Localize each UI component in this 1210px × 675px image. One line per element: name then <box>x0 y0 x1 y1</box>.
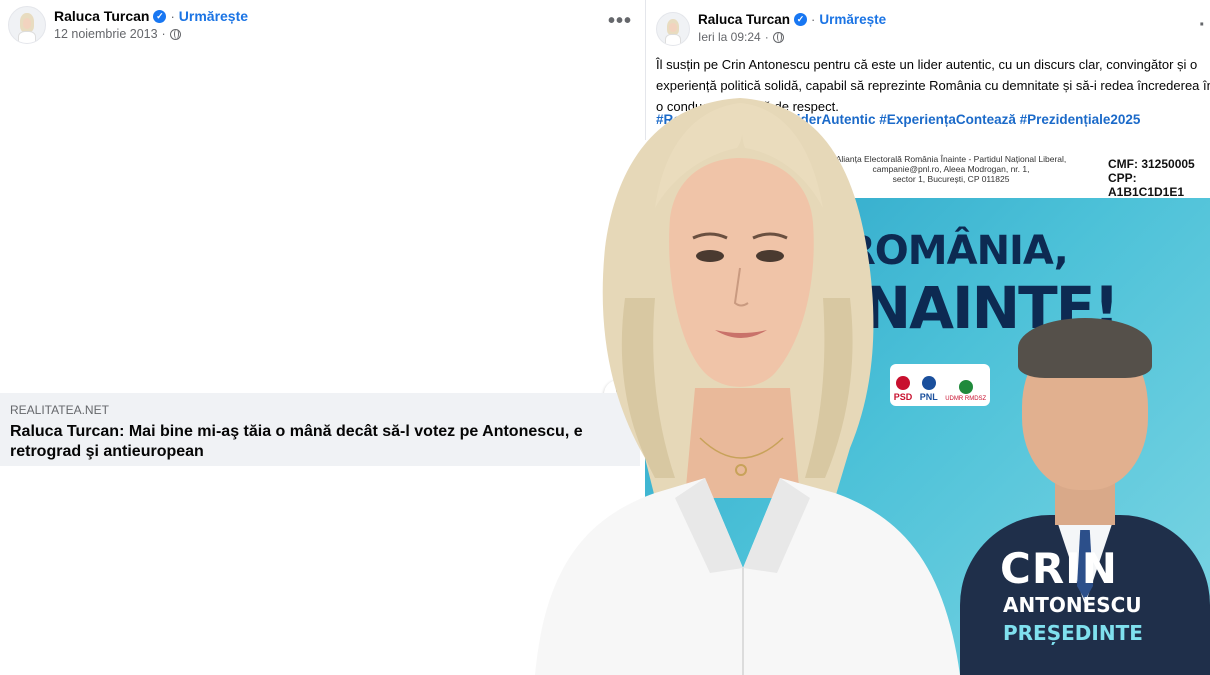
candidate-role: PREȘEDINTE <box>1003 621 1143 645</box>
verified-badge-icon: ✓ <box>794 13 808 26</box>
verified-badge-icon: ✓ <box>153 9 167 23</box>
separator-dot: · <box>161 27 166 41</box>
post-text-line: experiență politică solidă, capabil să r… <box>656 78 1210 93</box>
left-post-header: Raluca Turcan ✓ · Urmărește 12 noiembrie… <box>8 6 248 44</box>
post-date[interactable]: Ieri la 09:24 <box>698 30 761 44</box>
follow-button[interactable]: Urmărește <box>179 8 248 24</box>
separator-dot: · <box>764 30 769 44</box>
separator-dot: · <box>811 12 816 27</box>
post-date[interactable]: 12 noiembrie 2013 <box>54 27 158 41</box>
more-options-button[interactable]: · <box>1199 14 1207 37</box>
follow-button[interactable]: Urmărește <box>819 12 886 27</box>
candidate-last-name: ANTONESCU <box>1003 593 1142 617</box>
poster-codes: CMF: 31250005 CPP: A1B1C1D1E1 <box>1108 157 1195 199</box>
globe-icon <box>169 28 181 40</box>
globe-icon <box>772 31 784 43</box>
separator-dot: · <box>170 8 175 24</box>
candidate-first-name: CRIN <box>1000 544 1118 593</box>
author-avatar[interactable] <box>8 6 46 44</box>
more-options-button[interactable]: ••• <box>608 10 632 33</box>
author-name[interactable]: Raluca Turcan <box>54 8 149 24</box>
right-post-header: Raluca Turcan ✓ · Urmărește Ieri la 09:2… <box>656 12 886 46</box>
woman-portrait-overlay <box>505 98 975 675</box>
post-text-line: Îl susțin pe Crin Antonescu pentru că es… <box>656 57 1198 72</box>
author-name[interactable]: Raluca Turcan <box>698 12 790 27</box>
author-avatar[interactable] <box>656 12 690 46</box>
link-title[interactable]: Raluca Turcan: Mai bine mi-aş tăia o mân… <box>10 422 590 462</box>
